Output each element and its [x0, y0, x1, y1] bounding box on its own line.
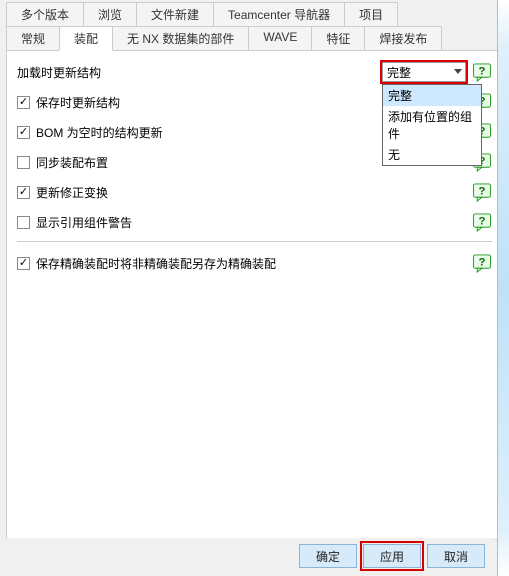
row-load-update-structure: 加载时更新结构 完整 完整 添加有位置的组件 无 — [17, 61, 492, 83]
help-icon[interactable] — [472, 213, 492, 232]
tab-assembly[interactable]: 装配 — [59, 26, 113, 51]
apply-button[interactable]: 应用 — [363, 544, 421, 568]
tabs-row-2: 常规 装配 无 NX 数据集的部件 WAVE 特征 焊接发布 — [0, 26, 509, 50]
tab-label: 装配 — [74, 32, 98, 46]
checkbox-save-update-structure[interactable] — [17, 96, 30, 109]
help-icon[interactable] — [472, 183, 492, 202]
help-icon[interactable] — [472, 254, 492, 273]
tab-no-nx-data[interactable]: 无 NX 数据集的部件 — [112, 26, 249, 51]
row-save-precise-assembly: 保存精确装配时将非精确装配另存为精确装配 — [17, 252, 492, 274]
tab-label: 多个版本 — [21, 8, 69, 22]
help-icon[interactable] — [472, 63, 492, 82]
divider — [17, 241, 492, 242]
dropdown-wrap: 完整 完整 添加有位置的组件 无 — [382, 62, 466, 82]
cancel-button[interactable]: 取消 — [427, 544, 485, 568]
label-save-precise-assembly: 保存精确装配时将非精确装配另存为精确装配 — [36, 255, 466, 272]
tab-label: 文件新建 — [151, 8, 199, 22]
tab-label: Teamcenter 导航器 — [228, 8, 330, 22]
tab-file-new[interactable]: 文件新建 — [136, 2, 214, 27]
row-update-revision-transform: 更新修正变换 — [17, 181, 492, 203]
tab-label: 特征 — [326, 32, 350, 46]
chevron-down-icon — [454, 69, 462, 74]
tab-general[interactable]: 常规 — [6, 26, 60, 51]
load-update-dropdown[interactable]: 完整 — [382, 62, 466, 82]
tab-content: 加载时更新结构 完整 完整 添加有位置的组件 无 保存时更新结构 BOM 为空时… — [6, 50, 503, 540]
tab-label: 焊接发布 — [379, 32, 427, 46]
checkbox-save-precise-assembly[interactable] — [17, 257, 30, 270]
checkbox-sync-assembly-layout[interactable] — [17, 156, 30, 169]
dropdown-list: 完整 添加有位置的组件 无 — [382, 84, 482, 166]
ok-button[interactable]: 确定 — [299, 544, 357, 568]
dialog-footer: 确定 应用 取消 — [0, 538, 495, 574]
tab-project[interactable]: 项目 — [344, 2, 398, 27]
checkbox-update-revision-transform[interactable] — [17, 186, 30, 199]
tab-label: 项目 — [359, 8, 383, 22]
label-show-ref-component-warning: 显示引用组件警告 — [36, 214, 466, 231]
dropdown-option[interactable]: 完整 — [383, 85, 481, 106]
checkbox-show-ref-component-warning[interactable] — [17, 216, 30, 229]
label-load-update-structure: 加载时更新结构 — [17, 64, 382, 81]
tab-browse[interactable]: 浏览 — [83, 2, 137, 27]
checkbox-bom-empty-update[interactable] — [17, 126, 30, 139]
tab-label: 无 NX 数据集的部件 — [127, 32, 234, 46]
dropdown-option[interactable]: 无 — [383, 144, 481, 165]
tab-multi-version[interactable]: 多个版本 — [6, 2, 84, 27]
tab-wave[interactable]: WAVE — [248, 26, 312, 51]
tab-label: WAVE — [263, 30, 297, 44]
dropdown-option[interactable]: 添加有位置的组件 — [383, 106, 481, 144]
label-update-revision-transform: 更新修正变换 — [36, 184, 466, 201]
tab-feature[interactable]: 特征 — [311, 26, 365, 51]
tabs-row-1: 多个版本 浏览 文件新建 Teamcenter 导航器 项目 — [0, 0, 509, 26]
tab-weld-publish[interactable]: 焊接发布 — [364, 26, 442, 51]
tab-teamcenter-navigator[interactable]: Teamcenter 导航器 — [213, 2, 345, 27]
row-show-ref-component-warning: 显示引用组件警告 — [17, 211, 492, 233]
dropdown-value: 完整 — [387, 64, 411, 81]
right-side-strip — [497, 0, 509, 576]
tab-label: 常规 — [21, 32, 45, 46]
tab-label: 浏览 — [98, 8, 122, 22]
